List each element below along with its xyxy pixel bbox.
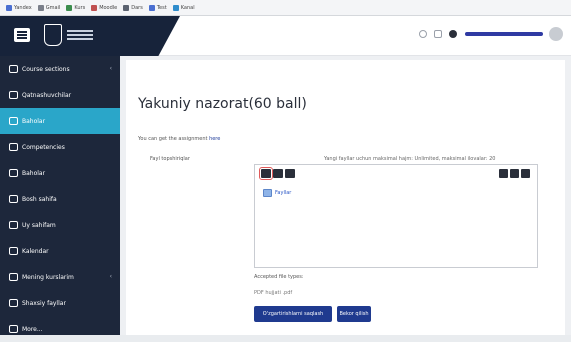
sidebar-item-course-sections[interactable]: Course sections ‹ [0,56,120,82]
crest-icon [44,24,62,46]
sidebar-item-participants[interactable]: Qatnashuvchilar [0,82,120,108]
view-mode-toolbar [499,169,532,178]
graduation-icon [9,273,18,281]
bookmark-item[interactable]: Yandex [6,4,32,11]
users-icon [9,91,18,99]
sidebar-item-home[interactable]: Bosh sahifa [0,186,120,212]
top-navbar [0,16,571,56]
view-list-icon[interactable] [510,169,519,178]
create-folder-icon[interactable] [273,169,283,178]
sidebar-item-competencies[interactable]: Competencies [0,134,120,160]
accepted-file-types-label: Accepted file types: [254,274,304,280]
sidebar-item-private-files[interactable]: Shaxsiy fayllar [0,290,120,316]
file-manager-toolbar [259,167,297,180]
competency-icon [9,143,18,151]
chevron-left-icon[interactable]: ‹ [110,65,112,72]
username-redacted[interactable] [465,32,543,36]
avatar[interactable] [549,27,563,41]
sidebar-item-my-courses[interactable]: Mening kurslarim ‹ [0,264,120,290]
dashboard-icon [9,221,18,229]
grades-icon [9,117,18,125]
bookmarks-bar: Yandex Gmail Kurs Moodle Dars Test Kanal [0,0,571,16]
calendar-icon [9,247,18,255]
sidebar-item-grades[interactable]: Baholar [0,160,120,186]
file-manager[interactable]: Fayllar [254,164,538,268]
folder-item[interactable]: Fayllar [263,189,291,197]
chevron-left-icon[interactable]: ‹ [110,273,112,280]
bookmark-item[interactable]: Gmail [37,4,60,11]
file-types-value: PDF hujjati .pdf [254,290,293,296]
intro-text: You can get the assignment here [138,136,221,142]
menu-toggle-icon[interactable] [14,28,30,42]
bookmark-item[interactable]: Kanal [172,4,195,11]
messages-icon[interactable] [434,30,442,38]
cancel-button[interactable]: Bekor qilish [337,306,371,322]
file-submissions-label: Fayl topshiriqlar [150,156,190,162]
folder-icon [263,189,272,197]
sidebar-item-calendar[interactable]: Kalendar [0,238,120,264]
bookmark-item[interactable]: Moodle [91,4,117,11]
folder-icon [9,65,18,73]
sidebar: Course sections ‹ Qatnashuvchilar Baholar… [0,56,120,335]
bookmark-item[interactable]: Test [148,4,167,11]
bookmark-item[interactable]: Dars [123,4,143,11]
notifications-icon[interactable] [419,30,427,38]
view-icons-icon[interactable] [499,169,508,178]
add-file-icon[interactable] [259,167,273,180]
view-tree-icon[interactable] [521,169,530,178]
sidebar-item-more[interactable]: More... [0,316,120,342]
sidebar-item-dashboard[interactable]: Uy sahifam [0,212,120,238]
sidebar-item-grades-active[interactable]: Baholar [0,108,120,134]
file-icon [9,299,18,307]
user-menu [412,27,563,41]
university-logo[interactable] [44,24,93,46]
assignment-card: Yakuniy nazorat(60 ball) You can get the… [126,60,565,335]
page-title: Yakuniy nazorat(60 ball) [138,96,307,112]
main-content: Yakuniy nazorat(60 ball) You can get the… [120,56,571,335]
table-icon [9,169,18,177]
download-icon[interactable] [285,169,295,178]
home-icon [9,195,18,203]
more-icon [9,325,18,333]
upload-limits-hint: Yangi fayllar uchun maksimal hajm: Unlim… [324,156,496,162]
save-button[interactable]: O'zgartirishlarni saqlash [254,306,332,322]
status-dot-icon [449,30,457,38]
bookmark-item[interactable]: Kurs [66,4,85,11]
assignment-link[interactable]: here [209,136,220,142]
